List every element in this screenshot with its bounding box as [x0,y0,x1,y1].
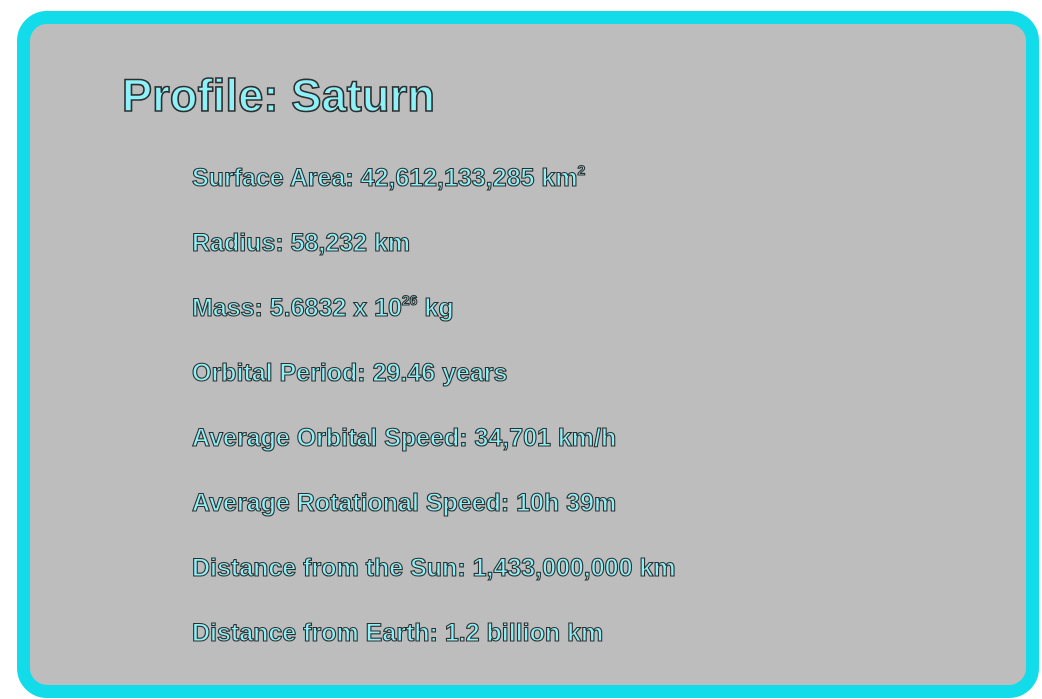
fact-average-orbital-speed: Average Orbital Speed: 34,701 km/h [191,422,676,487]
fact-text: Average Orbital Speed: 34,701 km/h [191,423,617,452]
fact-average-rotational-speed: Average Rotational Speed: 10h 39m [191,487,676,552]
fact-distance-from-earth: Distance from Earth: 1.2 billion km [191,617,676,682]
fact-text: Radius: 58,232 km [191,228,411,257]
fact-mass: Mass: 5.6832 x 1026 kg [191,292,676,357]
fact-text-suffix: kg [417,293,454,322]
fact-text: Average Rotational Speed: 10h 39m [191,488,617,517]
fact-text: Distance from Earth: 1.2 billion km [191,618,604,647]
page-title: Profile: Saturn [121,69,436,122]
fact-text: Surface Area: 42,612,133,285 km [191,163,578,192]
fact-radius: Radius: 58,232 km [191,227,676,292]
fact-surface-area: Surface Area: 42,612,133,285 km2 [191,162,676,227]
fact-text: Orbital Period: 29.46 years [191,358,508,387]
planet-facts-list: Surface Area: 42,612,133,285 km2 Radius:… [191,162,676,682]
fact-superscript: 2 [577,162,586,178]
fact-superscript: 26 [401,292,418,308]
fact-text: Mass: 5.6832 x 10 [191,293,402,322]
fact-orbital-period: Orbital Period: 29.46 years [191,357,676,422]
fact-text: Distance from the Sun: 1,433,000,000 km [191,553,676,582]
fact-distance-from-sun: Distance from the Sun: 1,433,000,000 km [191,552,676,617]
